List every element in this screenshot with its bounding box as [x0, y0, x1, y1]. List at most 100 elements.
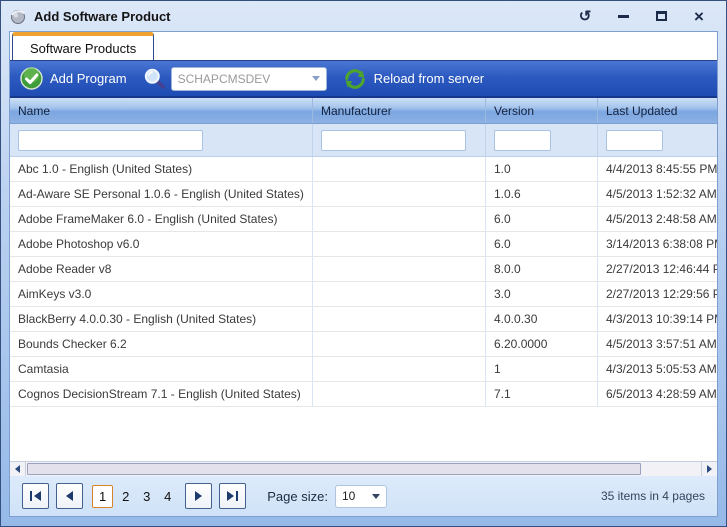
cell-last-updated: 4/5/2013 2:48:58 AM — [598, 207, 717, 231]
column-header-last-updated[interactable]: Last Updated — [598, 98, 717, 123]
filter-cell-manufacturer — [313, 124, 486, 156]
maximize-button[interactable] — [650, 6, 672, 26]
table-row[interactable]: Adobe Reader v8 8.0.0 2/27/2013 12:46:44… — [10, 257, 717, 282]
scroll-left-icon — [15, 465, 20, 473]
table-row[interactable]: Adobe FrameMaker 6.0 - English (United S… — [10, 207, 717, 232]
search-icon — [143, 67, 166, 90]
filter-last-updated-input[interactable] — [606, 130, 663, 151]
cell-manufacturer — [313, 282, 486, 306]
cell-manufacturer — [313, 257, 486, 281]
minimize-button[interactable] — [612, 6, 634, 26]
filter-version-input[interactable] — [494, 130, 551, 151]
cell-name: BlackBerry 4.0.0.30 - English (United St… — [10, 307, 313, 331]
first-page-button[interactable] — [22, 483, 49, 509]
scroll-right-button[interactable] — [701, 462, 717, 476]
cell-version: 3.0 — [486, 282, 598, 306]
cell-version: 6.20.0000 — [486, 332, 598, 356]
title-bar[interactable]: Add Software Product ↺ × — [1, 1, 726, 31]
app-icon — [9, 7, 27, 25]
column-header-version[interactable]: Version — [486, 98, 598, 123]
column-header-manufacturer[interactable]: Manufacturer — [313, 98, 486, 123]
cell-version: 7.1 — [486, 382, 598, 406]
cell-name: AimKeys v3.0 — [10, 282, 313, 306]
cell-name: Adobe FrameMaker 6.0 - English (United S… — [10, 207, 313, 231]
horizontal-scrollbar[interactable] — [10, 461, 717, 476]
column-header-name[interactable]: Name — [10, 98, 313, 123]
last-page-icon — [227, 491, 234, 501]
cell-name: Adobe Photoshop v6.0 — [10, 232, 313, 256]
cell-version: 6.0 — [486, 232, 598, 256]
filter-manufacturer-input[interactable] — [321, 130, 466, 151]
cell-version: 8.0.0 — [486, 257, 598, 281]
table-row[interactable]: Bounds Checker 6.2 6.20.0000 4/5/2013 3:… — [10, 332, 717, 357]
cell-version: 4.0.0.30 — [486, 307, 598, 331]
server-combobox-value: SCHAPCMSDEV — [178, 72, 312, 86]
cell-last-updated: 3/14/2013 6:38:08 PM — [598, 232, 717, 256]
table-row[interactable]: Abc 1.0 - English (United States) 1.0 4/… — [10, 157, 717, 182]
page-size-label: Page size: — [267, 489, 328, 504]
table-row[interactable]: Adobe Photoshop v6.0 6.0 3/14/2013 6:38:… — [10, 232, 717, 257]
page-number-2[interactable]: 2 — [117, 486, 134, 507]
cell-manufacturer — [313, 332, 486, 356]
reload-label: Reload from server — [374, 71, 485, 86]
cell-manufacturer — [313, 207, 486, 231]
cell-version: 1.0 — [486, 157, 598, 181]
first-page-icon — [34, 491, 41, 501]
filter-name-input[interactable] — [18, 130, 203, 151]
cell-last-updated: 2/27/2013 12:46:44 PM — [598, 257, 717, 281]
page-number-4[interactable]: 4 — [159, 486, 176, 507]
close-button[interactable]: × — [688, 6, 710, 26]
table-row[interactable]: AimKeys v3.0 3.0 2/27/2013 12:29:56 PM — [10, 282, 717, 307]
table-row[interactable]: Camtasia 1 4/3/2013 5:05:53 AM — [10, 357, 717, 382]
add-program-check-icon — [20, 67, 43, 90]
cell-manufacturer — [313, 357, 486, 381]
filter-cell-name — [10, 124, 313, 156]
server-combobox[interactable]: SCHAPCMSDEV — [171, 67, 327, 91]
cell-name: Ad-Aware SE Personal 1.0.6 - English (Un… — [10, 182, 313, 206]
filter-row — [10, 124, 717, 157]
cell-last-updated: 6/5/2013 4:28:59 AM — [598, 382, 717, 406]
table-row[interactable]: Cognos DecisionStream 7.1 - English (Uni… — [10, 382, 717, 407]
scrollbar-thumb[interactable] — [27, 463, 641, 475]
cell-manufacturer — [313, 232, 486, 256]
minimize-icon — [618, 15, 629, 18]
chevron-down-icon — [312, 76, 320, 81]
cell-version: 1 — [486, 357, 598, 381]
reload-from-server-button[interactable]: Reload from server — [343, 67, 485, 91]
table-row[interactable]: Ad-Aware SE Personal 1.0.6 - English (Un… — [10, 182, 717, 207]
cell-last-updated: 2/27/2013 12:29:56 PM — [598, 282, 717, 306]
previous-page-button[interactable] — [56, 483, 83, 509]
cell-name: Bounds Checker 6.2 — [10, 332, 313, 356]
page-number-1[interactable]: 1 — [92, 485, 113, 508]
cell-last-updated: 4/3/2013 10:39:14 PM — [598, 307, 717, 331]
cell-manufacturer — [313, 382, 486, 406]
grid-empty-area — [10, 407, 717, 461]
cell-manufacturer — [313, 182, 486, 206]
tab-strip: Software Products — [10, 32, 717, 61]
table-row[interactable]: BlackBerry 4.0.0.30 - English (United St… — [10, 307, 717, 332]
scrollbar-track[interactable] — [26, 462, 701, 476]
page-numbers: 1234 — [92, 485, 176, 508]
window-title: Add Software Product — [34, 9, 171, 24]
cell-name: Cognos DecisionStream 7.1 - English (Uni… — [10, 382, 313, 406]
first-page-icon — [30, 491, 32, 501]
cell-manufacturer — [313, 307, 486, 331]
cell-name: Abc 1.0 - English (United States) — [10, 157, 313, 181]
page-size-dropdown[interactable]: 10 — [335, 485, 387, 508]
pager-bar: 1234 Page size: 10 35 items in 4 pages — [10, 476, 717, 516]
add-software-product-window: Add Software Product ↺ × Software Produc… — [0, 0, 727, 527]
tab-software-products[interactable]: Software Products — [12, 32, 154, 60]
cell-version: 6.0 — [486, 207, 598, 231]
cell-name: Camtasia — [10, 357, 313, 381]
next-page-icon — [195, 491, 202, 501]
cell-name: Adobe Reader v8 — [10, 257, 313, 281]
last-page-button[interactable] — [219, 483, 246, 509]
cell-last-updated: 4/3/2013 5:05:53 AM — [598, 357, 717, 381]
add-program-button[interactable]: Add Program — [20, 67, 127, 90]
scroll-left-button[interactable] — [10, 462, 26, 476]
maximize-icon — [656, 11, 667, 21]
next-page-button[interactable] — [185, 483, 212, 509]
cell-last-updated: 4/4/2013 8:45:55 PM — [598, 157, 717, 181]
page-number-3[interactable]: 3 — [138, 486, 155, 507]
refresh-window-button[interactable]: ↺ — [574, 6, 596, 26]
